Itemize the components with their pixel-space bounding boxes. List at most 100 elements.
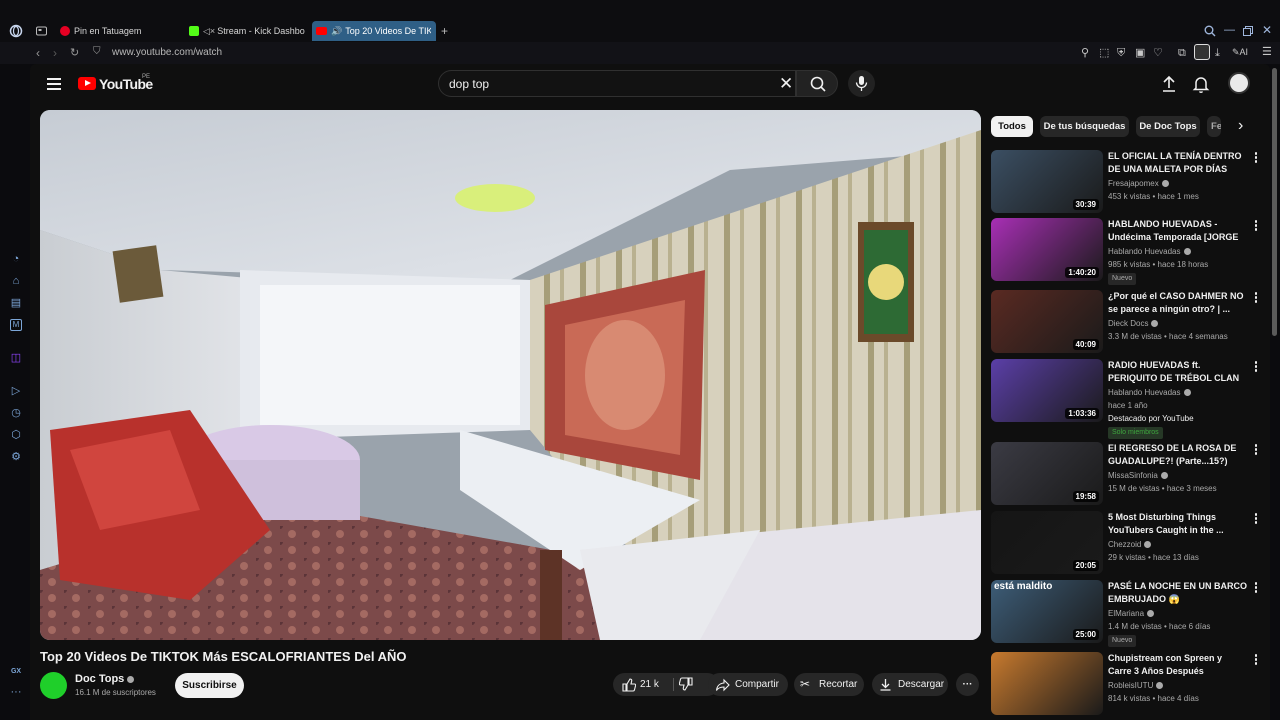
gx-corner-icon[interactable]: ⌂ <box>10 275 22 287</box>
recommendation-title[interactable]: El REGRESO DE LA ROSA DE GUADALUPE?! (Pa… <box>1108 442 1248 468</box>
youtube-logo-icon[interactable] <box>78 77 96 90</box>
recommendation-title[interactable]: HABLANDO HUEVADAS - Undécima Temporada [… <box>1108 218 1248 244</box>
video-thumbnail[interactable]: está maldito 25:00 <box>991 580 1103 643</box>
more-options-icon[interactable] <box>1253 654 1259 666</box>
video-thumbnail[interactable]: 1:40:20 <box>991 218 1103 281</box>
recommendation-title[interactable]: RADIO HUEVADAS ft. PERIQUITO DE TRÉBOL C… <box>1108 359 1248 385</box>
clear-search-icon[interactable]: ✕ <box>779 74 793 94</box>
history-icon[interactable]: ◷ <box>10 407 22 419</box>
chip-all[interactable]: Todos <box>991 116 1033 137</box>
muted-speaker-icon[interactable]: ◁× <box>203 26 215 37</box>
upload-icon[interactable] <box>1159 74 1179 94</box>
more-options-icon[interactable] <box>1253 361 1259 373</box>
recommendation-title[interactable]: 5 Most Disturbing Things YouTubers Caugh… <box>1108 511 1248 537</box>
search-tabs-icon[interactable] <box>1204 25 1216 37</box>
share-button[interactable]: Compartir <box>708 673 788 696</box>
video-thumbnail[interactable] <box>991 652 1103 715</box>
shield-icon[interactable]: ⛉ <box>93 46 101 57</box>
opera-gx-logo-icon[interactable] <box>9 24 23 38</box>
more-options-icon[interactable] <box>1253 292 1259 304</box>
more-icon[interactable]: ··· <box>10 686 22 698</box>
twitch-icon[interactable]: ◫ <box>10 352 22 364</box>
close-window-icon[interactable]: ✕ <box>1262 23 1272 37</box>
download-button[interactable]: Descargar <box>872 673 948 696</box>
new-tab-button[interactable]: + <box>441 24 448 38</box>
settings-gear-icon[interactable]: ⚙ <box>10 451 22 463</box>
channel-name[interactable]: Doc Tops <box>75 673 135 685</box>
recommendation-channel[interactable]: MissaSinfonia <box>1108 471 1248 480</box>
recommendation-card[interactable]: 30:39 EL OFICIAL LA TENÍA DENTRO DE UNA M… <box>991 150 1263 214</box>
menu-icon[interactable]: ☰ <box>1262 46 1272 58</box>
reload-icon[interactable]: ↻ <box>70 46 79 59</box>
heart-icon[interactable]: ♡ <box>1153 47 1163 59</box>
profile-avatar-icon[interactable] <box>1194 44 1210 60</box>
chip-partial[interactable]: Fe <box>1207 116 1221 137</box>
like-count[interactable]: 21 k <box>640 673 659 696</box>
chips-next-icon[interactable]: › <box>1238 116 1243 136</box>
url-field[interactable]: www.youtube.com/watch <box>112 47 222 58</box>
clip-button[interactable]: ✂ Recortar <box>794 673 864 696</box>
recommendation-card[interactable]: 20:05 5 Most Disturbing Things YouTubers … <box>991 511 1263 575</box>
video-thumbnail[interactable]: 19:58 <box>991 442 1103 505</box>
aria-ai-button[interactable]: ✎AI <box>1232 47 1248 58</box>
hamburger-menu-icon[interactable] <box>47 78 61 90</box>
recommendation-channel[interactable]: Fresajapomex <box>1108 179 1248 188</box>
pin-icon[interactable]: ⚲ <box>1081 47 1089 59</box>
recommendation-channel[interactable]: RobleisIUTU <box>1108 681 1248 690</box>
speaker-icon[interactable]: 🔊 <box>331 26 342 37</box>
more-options-icon[interactable] <box>1253 444 1259 456</box>
search-button[interactable] <box>796 70 838 97</box>
page-scrollbar[interactable] <box>1272 68 1277 336</box>
recommendation-title[interactable]: ¿Por qué el CASO DAHMER NO se parece a n… <box>1108 290 1248 316</box>
recommendation-card[interactable]: 19:58 El REGRESO DE LA ROSA DE GUADALUPE?… <box>991 442 1263 506</box>
video-thumbnail[interactable]: 30:39 <box>991 150 1103 213</box>
more-options-icon[interactable] <box>1253 220 1259 232</box>
tab-youtube-active[interactable]: 🔊 Top 20 Videos De TIKT <box>312 21 436 41</box>
chip-from-channel[interactable]: De Doc Tops <box>1136 116 1200 137</box>
gx-control-icon[interactable]: ◔ <box>10 253 22 265</box>
more-options-icon[interactable] <box>1253 152 1259 164</box>
wallet-icon[interactable]: ▣ <box>1135 47 1145 59</box>
search-box[interactable]: ✕ <box>438 70 796 97</box>
account-avatar[interactable] <box>1228 72 1250 94</box>
recommendation-card[interactable]: 1:03:36 RADIO HUEVADAS ft. PERIQUITO DE T… <box>991 359 1263 439</box>
sidebar-extensions-icon[interactable]: ⬡ <box>10 429 22 441</box>
channel-avatar[interactable] <box>40 672 67 699</box>
search-input[interactable] <box>449 71 749 96</box>
recommendation-title[interactable]: Chupistream con Spreen y Carre 3 Años De… <box>1108 652 1248 678</box>
more-options-icon[interactable] <box>1253 513 1259 525</box>
voice-search-button[interactable] <box>848 70 875 97</box>
recommendation-channel[interactable]: Chezzoid <box>1108 540 1248 549</box>
recommendation-card[interactable]: 40:09 ¿Por qué el CASO DAHMER NO se parec… <box>991 290 1263 354</box>
video-thumbnail[interactable]: 20:05 <box>991 511 1103 574</box>
video-thumbnail[interactable]: 1:03:36 <box>991 359 1103 422</box>
download-icon[interactable]: ⤓ <box>1215 47 1220 59</box>
dislike-icon[interactable] <box>679 677 694 692</box>
recommendation-title[interactable]: EL OFICIAL LA TENÍA DENTRO DE UNA MALETA… <box>1108 150 1248 176</box>
tab-island-icon[interactable] <box>36 26 47 36</box>
gx-news-icon[interactable]: ▤ <box>10 297 22 309</box>
minimize-icon[interactable]: — <box>1224 24 1235 36</box>
recommendation-card[interactable]: 1:40:20 HABLANDO HUEVADAS - Undécima Temp… <box>991 218 1263 285</box>
back-icon[interactable]: ‹ <box>36 46 40 60</box>
subscribe-button[interactable]: Suscribirse <box>175 673 244 698</box>
recommendation-card[interactable]: está maldito 25:00 PASÉ LA NOCHE EN UN BAR… <box>991 580 1263 647</box>
recommendation-card[interactable]: Chupistream con Spreen y Carre 3 Años De… <box>991 652 1263 716</box>
recommendation-channel[interactable]: Hablando Huevadas <box>1108 247 1248 256</box>
recommendation-title[interactable]: PASÉ LA NOCHE EN UN BARCO EMBRUJADO 😱 <box>1108 580 1248 606</box>
vpn-icon[interactable]: ⛨ <box>1117 47 1125 59</box>
tab-kick[interactable]: ◁× Stream - Kick Dashbo <box>185 21 305 41</box>
tab-pinterest[interactable]: Pin en Tatuagem <box>56 21 178 41</box>
snapshot-icon[interactable]: ⬚ <box>1099 47 1109 59</box>
messenger-icon[interactable]: M <box>10 319 22 331</box>
like-icon[interactable] <box>621 677 636 692</box>
notifications-bell-icon[interactable] <box>1191 74 1211 94</box>
video-thumbnail[interactable]: 40:09 <box>991 290 1103 353</box>
more-actions-button[interactable]: ··· <box>956 673 979 696</box>
extensions-icon[interactable]: ⧉ <box>1178 47 1186 59</box>
video-player[interactable] <box>40 110 981 640</box>
restore-icon[interactable] <box>1243 26 1253 36</box>
more-options-icon[interactable] <box>1253 582 1259 594</box>
forward-icon[interactable]: › <box>53 46 57 60</box>
recommendation-channel[interactable]: ElMariana <box>1108 609 1248 618</box>
